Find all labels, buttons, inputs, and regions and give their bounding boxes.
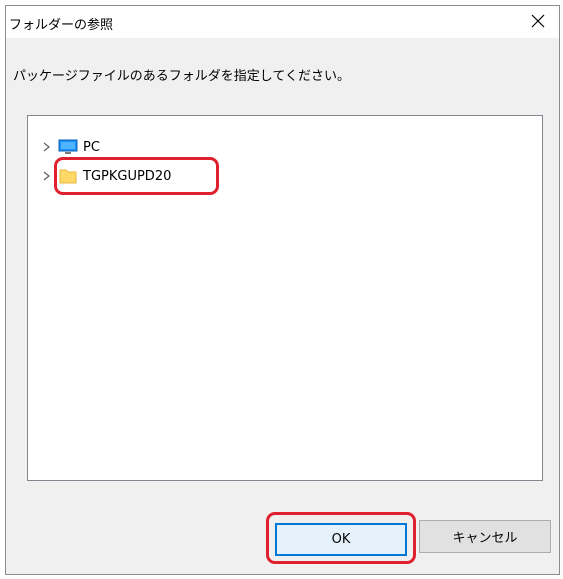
close-icon bbox=[531, 14, 545, 28]
dialog-title: フォルダーの参照 bbox=[9, 18, 114, 33]
tree-item-label: TGPKGUPD20 bbox=[83, 168, 172, 184]
cancel-button[interactable]: キャンセル bbox=[419, 520, 551, 553]
close-button[interactable] bbox=[516, 5, 560, 37]
folder-tree[interactable]: PC TGPKGUPD20 bbox=[27, 115, 543, 481]
tree-item-tgpkgupd20[interactable]: TGPKGUPD20 bbox=[28, 164, 171, 188]
title-bar: フォルダーの参照 bbox=[6, 6, 559, 38]
folder-icon bbox=[58, 167, 78, 185]
tree-item-label: PC bbox=[83, 139, 100, 155]
instruction-text: パッケージファイルのあるフォルダを指定してください。 bbox=[13, 69, 350, 84]
computer-icon bbox=[58, 138, 78, 156]
ok-button[interactable]: OK bbox=[275, 523, 407, 556]
expand-chevron-icon[interactable] bbox=[43, 142, 53, 152]
tree-item-pc[interactable]: PC bbox=[28, 135, 100, 159]
expand-chevron-icon[interactable] bbox=[43, 171, 53, 181]
